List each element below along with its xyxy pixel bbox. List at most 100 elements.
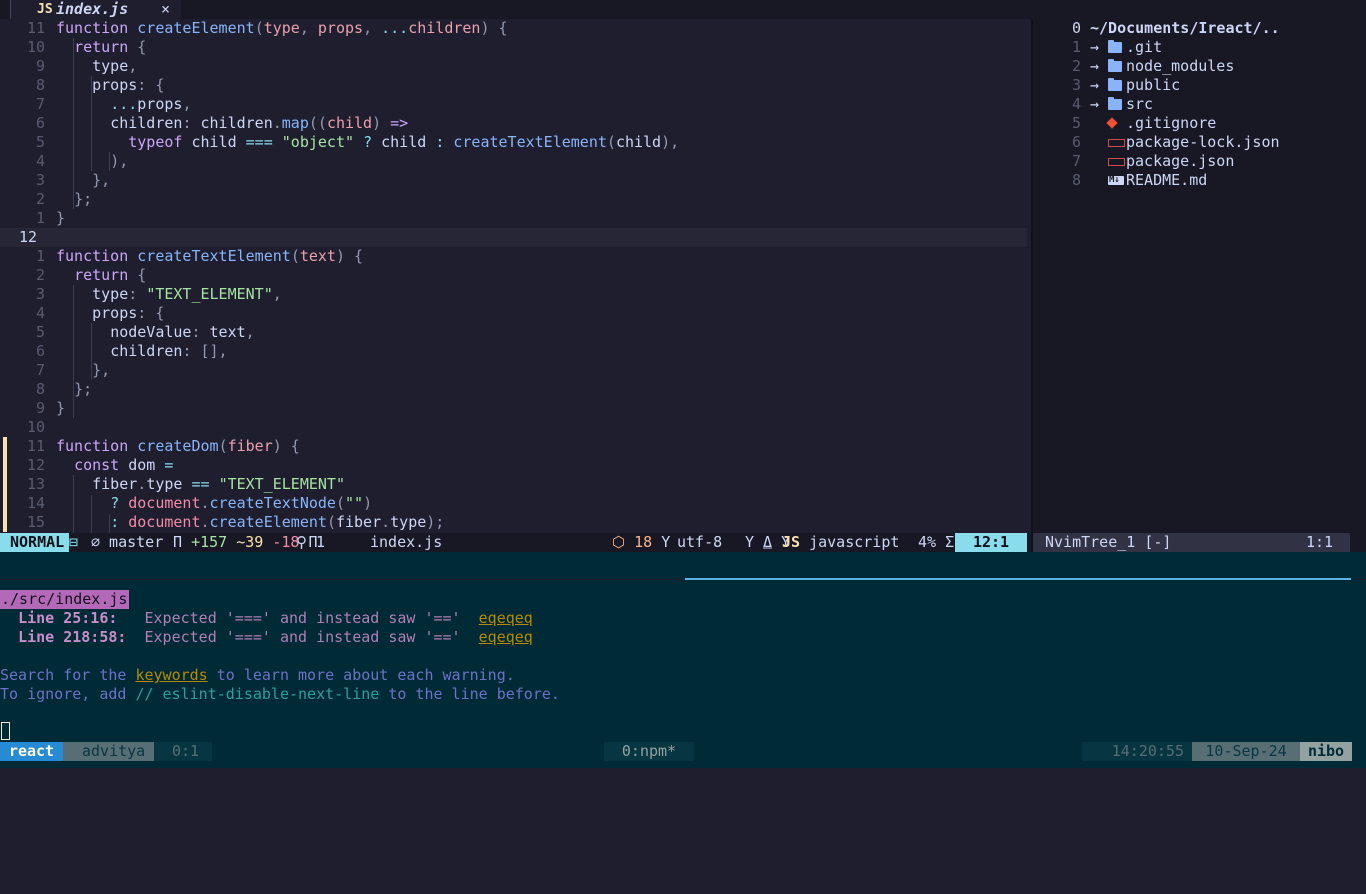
tree-item[interactable]: 3 → public [1033,76,1350,95]
code-line[interactable]: 15 : document.createElement(fiber.type); [0,513,1031,532]
line-number: 9 [35,57,45,75]
tree-buffer-name: NvimTree_1 [-] [1045,533,1172,551]
scroll-percent: 4% Σ [918,533,955,551]
line-number: 12 [18,228,37,246]
code-line[interactable]: 4 props: { [0,304,1031,323]
tmux-pane: 0:1 [154,742,212,761]
code-line[interactable]: 12 [0,228,1027,247]
tab-bar [0,0,1366,19]
code-line[interactable]: 6 children: [], [0,342,1031,361]
tmux-host: nibo [1300,742,1352,761]
code-line[interactable]: 5 nodeValue: text, [0,323,1031,342]
folder-icon [1108,76,1122,91]
line-number: 12 [26,456,45,474]
tmux-user: advitya [63,742,154,761]
tree-item-label: src [1126,95,1154,113]
tree-item[interactable]: 1 → .git [1033,38,1350,57]
code-line[interactable]: 2 }; [0,190,1031,209]
code-line[interactable]: 8 }; [0,380,1031,399]
code-line[interactable]: 1 function createTextElement(text) { [0,247,1031,266]
javascript-icon: JS [37,2,53,17]
code-line[interactable]: 6 children: children.map((child) => [0,114,1031,133]
tree-index: 0 [1071,19,1081,37]
tree-root[interactable]: 0 ~/Documents/Ireact/.. [1033,19,1350,38]
mode-indicator: NORMAL [0,533,69,552]
code-text: }; [74,190,93,208]
tree-index: 6 [1071,133,1081,151]
code-text: const dom = [74,456,174,474]
code-editor[interactable]: 11 function createElement(type, props, ..… [0,19,1031,533]
tmux-session[interactable]: react [0,742,63,761]
tree-item[interactable]: 6 package-lock.json [1033,133,1350,152]
line-number: 13 [26,475,45,493]
code-text: return { [74,38,147,56]
code-line[interactable]: 7 }, [0,361,1031,380]
pane-gap [0,552,1366,579]
tree-index: 5 [1071,114,1081,132]
line-number: 10 [26,38,45,56]
json-icon [1108,152,1125,166]
tree-item[interactable]: 8 README.md [1033,171,1350,190]
tree-item[interactable]: 7 package.json [1033,152,1350,171]
folder-icon [1108,57,1122,72]
code-text: type: "TEXT_ELEMENT", [92,285,282,303]
tree-item-label: .gitignore [1126,114,1217,132]
line-number: 9 [35,399,45,417]
tab-index-js[interactable]: JS index.js × [10,0,181,19]
tmux-window[interactable]: 0:npm* [604,742,694,761]
code-line[interactable]: 11 function createElement(type, props, ..… [0,19,1031,38]
javascript-icon: JS [782,533,801,551]
hint-line: Search for the keywords to learn more ab… [0,666,515,684]
separator-icon: ⊟ [69,533,79,551]
code-line[interactable]: 4 ), [0,152,1031,171]
code-text: }; [74,380,93,398]
code-line[interactable]: 14 ? document.createTextNode("") [0,494,1031,513]
code-text: }, [92,361,111,379]
folder-icon [1108,38,1122,53]
line-number: 6 [35,342,45,360]
tree-index: 4 [1071,95,1081,113]
tree-statusline: NvimTree_1 [-] 1:1 [1033,533,1350,552]
code-line[interactable]: 3 type: "TEXT_ELEMENT", [0,285,1031,304]
code-line[interactable]: 12 const dom = [0,456,1031,475]
code-line[interactable]: 3 }, [0,171,1031,190]
code-line[interactable]: 11 function createDom(fiber) { [0,437,1031,456]
code-line[interactable]: 10 return { [0,38,1031,57]
code-line[interactable]: 5 typeof child === "object" ? child : cr… [0,133,1031,152]
file-tree[interactable]: 0 ~/Documents/Ireact/.. 1 → .git 2 → node_modul… [1033,19,1350,533]
indent-guide [109,152,110,171]
tree-item[interactable]: 2 → node_modules [1033,57,1350,76]
line-number: 5 [35,323,45,341]
status-filename: index.js [370,533,443,551]
indent-guide [109,514,110,533]
code-text: type, [92,57,138,75]
indent-guide [91,323,92,380]
code-line[interactable]: 9} [0,399,1031,418]
markdown-icon [1108,171,1124,190]
tree-index: 2 [1071,57,1081,75]
code-text: ), [110,152,129,170]
code-line[interactable]: 13 fiber.type == "TEXT_ELEMENT" [0,475,1031,494]
code-text: fiber.type == "TEXT_ELEMENT" [92,475,345,493]
code-text: function createDom(fiber) { [56,437,300,455]
git-icon [1105,114,1118,129]
tree-item[interactable]: 5 .gitignore [1033,114,1350,133]
code-line[interactable]: 7 ...props, [0,95,1031,114]
code-line[interactable]: 10 [0,418,1031,437]
line-number: 7 [35,361,45,379]
code-line[interactable]: 2 return { [0,266,1031,285]
line-number: 11 [26,19,45,37]
code-line[interactable]: 1} [0,209,1031,228]
git-branch: ⌀ master [91,533,164,551]
warning-line: Line 218:58: Expected '===' and instead … [18,628,533,646]
tree-item[interactable]: 4 → src [1033,95,1350,114]
indent-guide [91,495,92,533]
terminal-pane[interactable]: ./src/index.js Line 25:16: Expected '===… [0,580,1366,742]
code-line[interactable]: 8 props: { [0,76,1031,95]
code-line[interactable]: 9 type, [0,57,1031,76]
filetype: JS javascript [782,533,900,551]
file-encoding: utf-8 [677,533,723,551]
warning-line: Line 25:16: Expected '===' and instead s… [18,609,533,627]
line-number: 8 [35,380,45,398]
close-icon[interactable]: × [161,0,170,19]
